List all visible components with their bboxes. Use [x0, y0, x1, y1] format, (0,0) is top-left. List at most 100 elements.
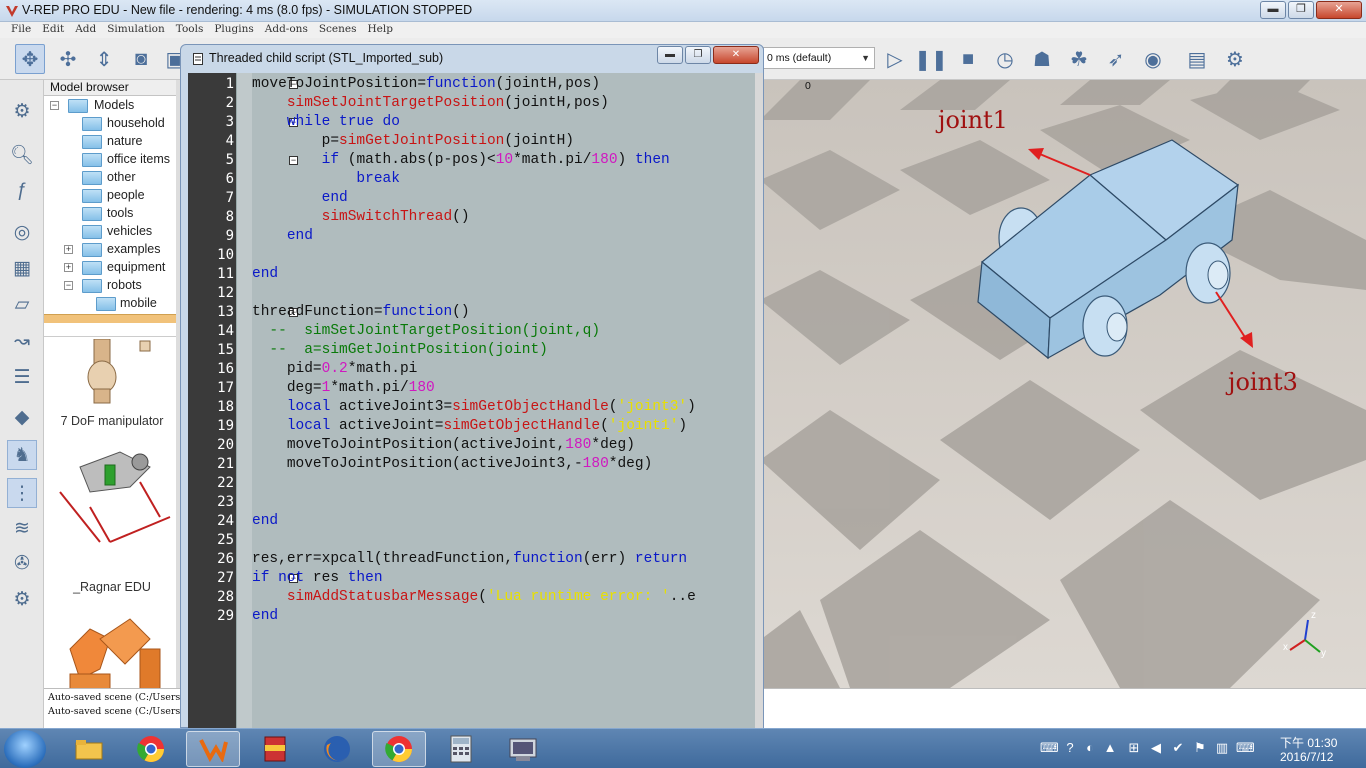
video-recorder-icon[interactable]: ✇ — [7, 548, 37, 578]
object-rotate-icon[interactable]: ⇕ — [89, 44, 119, 74]
menu-simulation[interactable]: Simulation — [104, 22, 173, 38]
script-close-button[interactable]: ✕ — [713, 46, 759, 64]
slow-icon[interactable]: ☗ — [1027, 44, 1057, 74]
notification-icon[interactable]: ⚑ — [1192, 740, 1208, 756]
layers-icon[interactable]: ◆ — [7, 402, 37, 432]
code-line[interactable]: moveToJointPosition=function(jointH,pos) — [252, 76, 600, 92]
code-line[interactable]: break — [252, 171, 400, 187]
vrep-taskbar-button[interactable] — [186, 731, 240, 767]
collapse-icon[interactable]: − — [64, 281, 73, 290]
code-line[interactable]: local activeJoint=simGetObjectHandle('jo… — [252, 418, 687, 434]
tree-item-people[interactable]: people — [48, 187, 178, 205]
collision-icon[interactable]: ◎ — [7, 217, 37, 247]
scene-objects-icon[interactable]: ▤ — [1182, 44, 1212, 74]
code-editor[interactable]: 1 2 3 4 5 6 7 8 9 10 11 12 13 14 15 16 17 18 19 20 21 22 23 24 2… — [188, 73, 761, 729]
tree-item-mobile[interactable]: mobile — [48, 295, 178, 313]
zoom-icon[interactable]: 🔍︎ — [7, 140, 37, 170]
pause-icon[interactable]: ❚❚ — [914, 44, 948, 74]
industrial-robot-thumbnail[interactable] — [50, 609, 170, 689]
network-taskbar-button[interactable] — [496, 731, 550, 767]
shape-edit-icon[interactable]: ▱ — [7, 289, 37, 319]
manipulator-thumbnail[interactable] — [64, 339, 164, 409]
tree-scrollbar[interactable] — [44, 314, 176, 323]
selection-icon[interactable]: ⚙ — [1220, 44, 1250, 74]
menu-addons[interactable]: Add-ons — [262, 22, 316, 38]
tree-item-robots[interactable]: − robots — [48, 277, 178, 295]
minimize-button[interactable]: ▬ — [1260, 1, 1286, 19]
chrome-taskbar-button[interactable] — [124, 731, 178, 767]
visualization-icon[interactable]: ◉ — [1138, 44, 1168, 74]
clock-date[interactable]: 2016/7/12 — [1280, 750, 1333, 764]
code-line[interactable]: while true do — [252, 114, 400, 130]
code-line[interactable]: res,err=xpcall(threadFunction,function(e… — [252, 551, 687, 567]
code-line[interactable]: -- simSetJointTargetPosition(joint,q) — [252, 323, 600, 339]
tree-item-models[interactable]: − Models — [48, 97, 178, 115]
simulation-settings-icon[interactable]: ⚙ — [7, 96, 37, 126]
code-line[interactable]: simAddStatusbarMessage('Lua runtime erro… — [252, 589, 696, 605]
code-line[interactable]: local activeJoint3=simGetObjectHandle('j… — [252, 399, 696, 415]
code-line[interactable]: end — [252, 513, 278, 529]
menu-edit[interactable]: Edit — [39, 22, 72, 38]
tree-item-household[interactable]: household — [48, 115, 178, 133]
code-line[interactable]: simSwitchThread() — [252, 209, 470, 225]
menu-add[interactable]: Add — [72, 22, 104, 38]
expand-icon[interactable]: + — [64, 263, 73, 272]
tree-item-tools[interactable]: tools — [48, 205, 178, 223]
fast-icon[interactable]: ☘ — [1064, 44, 1094, 74]
close-button[interactable]: ✕ — [1316, 1, 1362, 19]
code-line[interactable]: -- a=simGetJointPosition(joint) — [252, 342, 547, 358]
script-minimize-button[interactable]: ▬ — [657, 46, 683, 64]
user-settings-icon[interactable]: ⚙ — [7, 584, 37, 614]
code-line[interactable]: simSetJointTargetPosition(jointH,pos) — [252, 95, 609, 111]
security-icon[interactable]: ◐ — [1082, 740, 1098, 756]
help-icon[interactable]: ? — [1062, 740, 1078, 756]
tree-item-other[interactable]: other — [48, 169, 178, 187]
code-line[interactable]: end — [252, 608, 278, 624]
network-status-icon[interactable]: ▥ — [1214, 740, 1230, 756]
path-icon[interactable]: ↝ — [7, 326, 37, 356]
ragnar-thumbnail[interactable] — [50, 447, 176, 547]
show-hidden-icon[interactable]: ▲ — [1102, 740, 1118, 756]
menu-tools[interactable]: Tools — [173, 22, 212, 38]
windows-flag-icon[interactable]: ⊞ — [1126, 740, 1142, 756]
start-button[interactable] — [4, 730, 46, 768]
code-line[interactable]: end — [252, 190, 348, 206]
timestep-select[interactable]: 0 ms (default) ▼ — [763, 47, 875, 69]
collapse-icon[interactable]: − — [50, 101, 59, 110]
code-line[interactable]: pid=0.2*math.pi — [252, 361, 418, 377]
code-line[interactable]: moveToJointPosition(activeJoint,180*deg) — [252, 437, 635, 453]
move-icon[interactable]: ✥ — [15, 44, 45, 74]
code-line[interactable]: if not res then — [252, 570, 383, 586]
code-line[interactable]: deg=1*math.pi/180 — [252, 380, 435, 396]
tree-item-vehicles[interactable]: vehicles — [48, 223, 178, 241]
code-line[interactable]: end — [252, 228, 313, 244]
tree-item-equipment[interactable]: + equipment — [48, 259, 178, 277]
camera-icon[interactable]: ◙ — [126, 44, 156, 74]
editor-scrollbar[interactable] — [755, 73, 763, 729]
properties-icon[interactable]: ☰ — [7, 362, 37, 392]
tree-item-office-items[interactable]: office items — [48, 151, 178, 169]
script-icon[interactable]: ƒ — [7, 176, 37, 206]
menu-file[interactable]: File — [8, 22, 39, 38]
clock-time[interactable]: 下午 01:30 — [1280, 734, 1337, 751]
scene-layers-icon[interactable]: ≋ — [7, 513, 37, 543]
check-icon[interactable]: ✔ — [1170, 740, 1186, 756]
code-line[interactable]: moveToJointPosition(activeJoint3,-180*de… — [252, 456, 652, 472]
menu-scenes[interactable]: Scenes — [316, 22, 365, 38]
expand-icon[interactable]: + — [64, 245, 73, 254]
code-line[interactable]: threadFunction=function() — [252, 304, 470, 320]
stop-icon[interactable]: ■ — [953, 44, 983, 74]
page-icon[interactable]: ▦ — [7, 253, 37, 283]
model-browser-icon[interactable]: ♞ — [7, 440, 37, 470]
realtime-icon[interactable]: ◷ — [990, 44, 1020, 74]
explorer-taskbar-button[interactable] — [62, 731, 116, 767]
code-line[interactable]: end — [252, 266, 278, 282]
code-line[interactable]: if (math.abs(p-pos)<10*math.pi/180) then — [252, 152, 670, 168]
calculator-taskbar-button[interactable] — [434, 731, 488, 767]
volume-icon[interactable]: ◀ — [1148, 740, 1164, 756]
keyboard-icon[interactable]: ⌨ — [1040, 740, 1059, 756]
scene-view[interactable]: 0 joint1 joint3 z x y — [760, 80, 1366, 688]
keyboard-layout-icon[interactable]: ⌨ — [1236, 740, 1255, 756]
menu-plugins[interactable]: Plugins — [211, 22, 261, 38]
scene-hierarchy-icon[interactable]: ⋮ — [7, 478, 37, 508]
